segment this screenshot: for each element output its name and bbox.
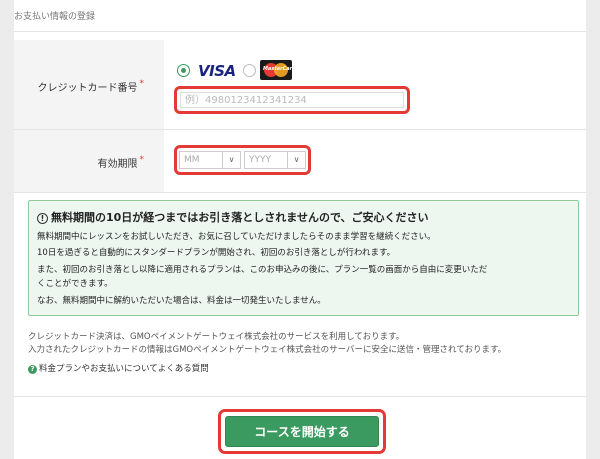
mastercard-radio[interactable] xyxy=(243,64,256,77)
notice-line: くことができます。 xyxy=(37,279,113,289)
info-text: 入力されたクレジットカードの情報はGMOペイメントゲートウェイ株式会社のサーバー… xyxy=(28,345,507,355)
section-title: お支払い情報の登録 xyxy=(14,12,96,22)
card-number-label: クレジットカード番号 * xyxy=(37,79,145,94)
question-icon: ? xyxy=(28,365,37,374)
free-trial-notice: ! 無料期間の10日が経つまではお引き落としされませんので、ご安心ください 無料期… xyxy=(28,200,579,316)
expiry-label: 有効期限 * xyxy=(97,155,145,170)
divider xyxy=(14,31,586,32)
start-button-highlight: コースを開始する xyxy=(218,409,386,454)
divider xyxy=(14,129,586,130)
visa-logo: VISA xyxy=(198,62,236,80)
required-mark: * xyxy=(139,155,145,165)
card-number-highlight xyxy=(174,86,410,114)
notice-line: 10日を過ぎると自動的にスタンダードプランが開始され、初回のお引き落としが行われ… xyxy=(37,248,396,258)
exclamation-icon: ! xyxy=(37,213,48,224)
chevron-down-icon: ∨ xyxy=(222,152,240,168)
divider xyxy=(14,192,586,193)
expiry-month-select[interactable]: MM ∨ xyxy=(179,151,241,169)
faq-link[interactable]: ? 料金プランやお支払いについてよくある質問 xyxy=(28,362,209,374)
notice-line: 無料期間中にレッスンをお試しいただき、お気に召していただけましたらそのまま学習を… xyxy=(37,232,436,242)
expiry-year-select[interactable]: YYYY ∨ xyxy=(244,151,306,169)
divider xyxy=(14,396,586,397)
required-mark: * xyxy=(139,79,145,89)
notice-line: なお、無料期間中に解約いただいた場合は、料金は一切発生いたしません。 xyxy=(37,296,326,306)
start-course-button[interactable]: コースを開始する xyxy=(225,416,379,447)
mastercard-logo: MasterCard xyxy=(260,60,296,80)
chevron-down-icon: ∨ xyxy=(287,152,305,168)
notice-title: ! 無料期間の10日が経つまではお引き落としされませんので、ご安心ください xyxy=(37,209,429,225)
notice-line: また、初回のお引き落とし以降に適用されるプランは、このお申込みの後に、プラン一覧… xyxy=(37,265,488,275)
card-number-input[interactable] xyxy=(180,92,404,108)
visa-radio[interactable] xyxy=(177,64,190,77)
info-text: クレジットカード決済は、GMOペイメントゲートウェイ株式会社のサービスを利用して… xyxy=(28,332,405,342)
expiry-highlight: MM ∨ YYYY ∨ xyxy=(174,145,311,175)
